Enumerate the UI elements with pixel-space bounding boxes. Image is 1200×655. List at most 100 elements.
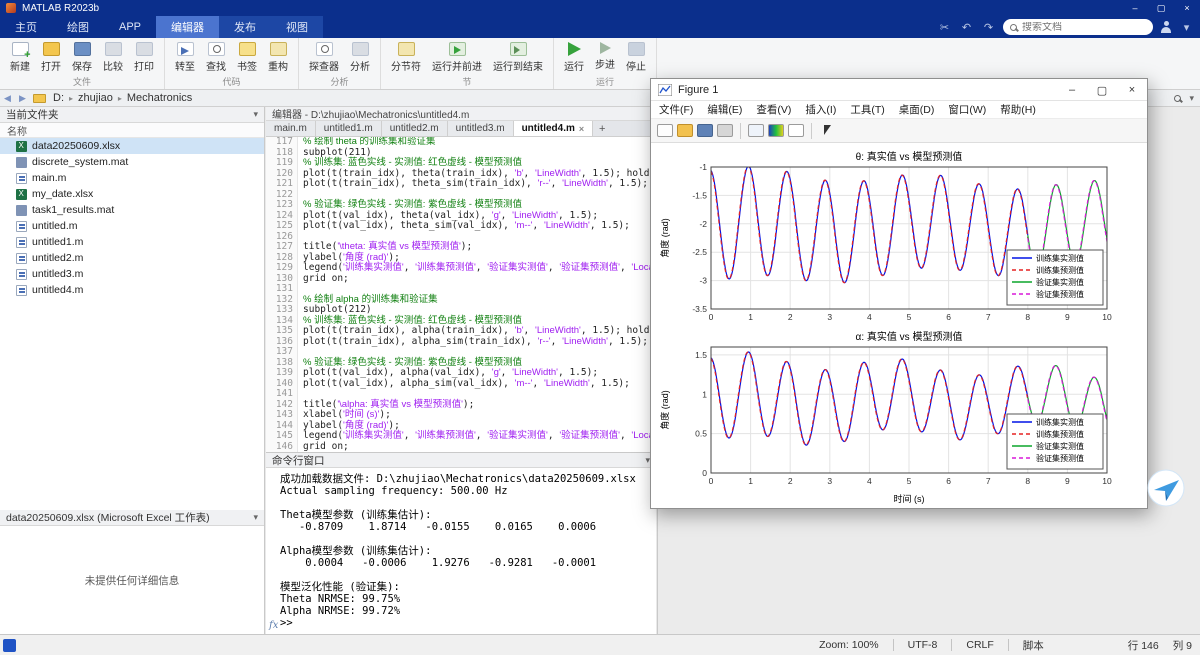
figure-menu-item[interactable]: 文件(F)	[659, 102, 693, 117]
details-chevron-icon[interactable]: ▾	[253, 512, 258, 523]
ribbon-button[interactable]: 运行并前进	[429, 41, 485, 74]
insert-legend-icon[interactable]	[788, 124, 804, 137]
ribbon-tab[interactable]: 视图	[271, 16, 323, 38]
ribbon-button-label: 分节符	[391, 58, 421, 73]
search-input[interactable]	[1022, 22, 1132, 33]
ribbon-button[interactable]: 停止	[623, 41, 649, 74]
figure-menu-item[interactable]: 编辑(E)	[707, 102, 742, 117]
back-icon[interactable]: ◀	[0, 93, 15, 104]
breadcrumb-segment[interactable]: zhujiao	[76, 92, 115, 104]
folder-search-icon[interactable]	[1174, 95, 1181, 102]
file-row[interactable]: task1_results.mat	[0, 202, 264, 218]
save-figure-icon[interactable]	[697, 124, 713, 137]
cut-icon[interactable]: ✂	[937, 21, 952, 34]
figure-close-button[interactable]: ×	[1117, 79, 1147, 101]
ribbon-button[interactable]: 查找	[203, 41, 229, 74]
status-start-icon[interactable]	[3, 639, 16, 652]
print-figure-icon[interactable]	[717, 124, 733, 137]
editor-tab-label: main.m	[274, 123, 307, 134]
figure-maximize-button[interactable]: ▢	[1087, 79, 1117, 101]
file-row[interactable]: main.m	[0, 170, 264, 186]
insert-colorbar-icon[interactable]	[768, 124, 784, 137]
ribbon-button[interactable]: 步进	[592, 41, 618, 72]
ribbon-button[interactable]: 保存	[69, 41, 95, 74]
ribbon-tab[interactable]: 主页	[0, 16, 52, 38]
new-tab-button[interactable]: +	[593, 121, 611, 136]
figure-canvas[interactable]: 012345678910-1-1.5-2-2.5-3-3.5θ: 真实值 vs …	[651, 143, 1147, 508]
figure-menu-item[interactable]: 查看(V)	[756, 102, 791, 117]
ribbon-button[interactable]: 转至	[172, 41, 198, 74]
ribbon-button[interactable]: 书签	[234, 41, 260, 74]
file-row[interactable]: untitled4.m	[0, 282, 264, 298]
ribbon-button[interactable]: 运行到结束	[490, 41, 546, 74]
minimize-button[interactable]: –	[1122, 0, 1148, 16]
folder-up-icon[interactable]	[33, 94, 46, 103]
subplot-alpha[interactable]: 01234567891000.511.5α: 真实值 vs 模型预测值角度 (r…	[655, 329, 1143, 507]
editor-tab[interactable]: main.m	[266, 121, 316, 136]
ribbon-tab[interactable]: APP	[104, 16, 156, 38]
forward-icon[interactable]: ▶	[15, 93, 30, 104]
ribbon-button[interactable]: 分析	[347, 41, 373, 74]
figure-window[interactable]: Figure 1 – ▢ × 文件(F) 编辑(E) 查看(V) 插入(I) 工具(T)…	[650, 78, 1148, 509]
panel-chevron-icon[interactable]: ▾	[253, 109, 258, 120]
doc-search-box[interactable]	[1003, 19, 1153, 35]
close-button[interactable]: ×	[1174, 0, 1200, 16]
ribbon-button[interactable]: 打印	[131, 41, 157, 74]
ribbon-button[interactable]: 分节符	[388, 41, 424, 74]
bird-overlay-icon[interactable]	[1146, 468, 1186, 508]
figure-menu-item[interactable]: 桌面(D)	[899, 102, 935, 117]
command-output-line	[280, 497, 654, 509]
editor-tab[interactable]: untitled2.m	[382, 121, 448, 136]
undo-icon[interactable]: ↶	[959, 21, 974, 34]
code-area[interactable]: 1171181191201211221231241251261271281291…	[266, 137, 656, 452]
maximize-button[interactable]: ▢	[1148, 0, 1174, 16]
status-encoding[interactable]: UTF-8	[908, 639, 938, 651]
figure-menu-item[interactable]: 帮助(H)	[1000, 102, 1036, 117]
edit-plot-icon[interactable]	[819, 124, 835, 137]
file-row[interactable]: data20250609.xlsx	[0, 138, 264, 154]
file-row[interactable]: discrete_system.mat	[0, 154, 264, 170]
line-number: 119	[266, 158, 293, 169]
breadcrumb-segment[interactable]: Mechatronics	[125, 92, 194, 104]
status-zoom[interactable]: Zoom: 100%	[819, 639, 879, 651]
file-row[interactable]: untitled3.m	[0, 266, 264, 282]
editor-tab[interactable]: untitled4.m×	[514, 121, 594, 136]
open-file-icon[interactable]	[677, 124, 693, 137]
editor-tab[interactable]: untitled1.m	[316, 121, 382, 136]
ribbon-button[interactable]: 探查器	[306, 41, 342, 74]
ribbon-button[interactable]: 打开	[38, 41, 64, 74]
new-figure-icon[interactable]	[657, 124, 673, 137]
ribbon-tab[interactable]: 编辑器	[156, 16, 219, 38]
address-chevron-icon[interactable]: ▾	[1189, 93, 1194, 104]
subplot-theta[interactable]: 012345678910-1-1.5-2-2.5-3-3.5θ: 真实值 vs …	[655, 147, 1143, 327]
file-row[interactable]: untitled1.m	[0, 234, 264, 250]
ribbon-button[interactable]: 重构	[265, 41, 291, 74]
link-plot-icon[interactable]	[748, 124, 764, 137]
name-column-header[interactable]: 名称	[0, 123, 264, 138]
code-body[interactable]: % 绘制 theta 的训练集和验证集subplot(211)% 训练集: 蓝色…	[298, 137, 656, 452]
figure-title-bar[interactable]: Figure 1 – ▢ ×	[651, 79, 1147, 101]
breadcrumb-segment[interactable]: D:	[51, 92, 66, 104]
file-row[interactable]: untitled.m	[0, 218, 264, 234]
ribbon-tab[interactable]: 发布	[219, 16, 271, 38]
status-eol[interactable]: CRLF	[966, 639, 993, 651]
file-row[interactable]: untitled2.m	[0, 250, 264, 266]
command-prompt[interactable]: >>	[280, 617, 654, 629]
figure-menu-item[interactable]: 插入(I)	[805, 102, 836, 117]
ribbon-button-label: 转至	[175, 58, 195, 73]
figure-menu-item[interactable]: 窗口(W)	[948, 102, 986, 117]
ribbon-group-label: 代码	[172, 76, 291, 89]
editor-tab[interactable]: untitled3.m	[448, 121, 514, 136]
figure-menu-item[interactable]: 工具(T)	[850, 102, 884, 117]
figure-minimize-button[interactable]: –	[1057, 79, 1087, 101]
tab-close-icon[interactable]: ×	[579, 124, 584, 134]
ribbon-tab[interactable]: 绘图	[52, 16, 104, 38]
redo-icon[interactable]: ↷	[981, 21, 996, 34]
command-window[interactable]: fx 成功加载数据文件: D:\zhujiao\Mechatronics\dat…	[266, 468, 656, 634]
ribbon-button[interactable]: 新建	[7, 41, 33, 74]
file-row[interactable]: my_date.xlsx	[0, 186, 264, 202]
user-account-icon[interactable]	[1160, 21, 1172, 33]
ribbon-button[interactable]: 运行	[561, 41, 587, 74]
ribbon-button[interactable]: 比较	[100, 41, 126, 74]
chevron-down-icon[interactable]: ▾	[1179, 21, 1194, 34]
